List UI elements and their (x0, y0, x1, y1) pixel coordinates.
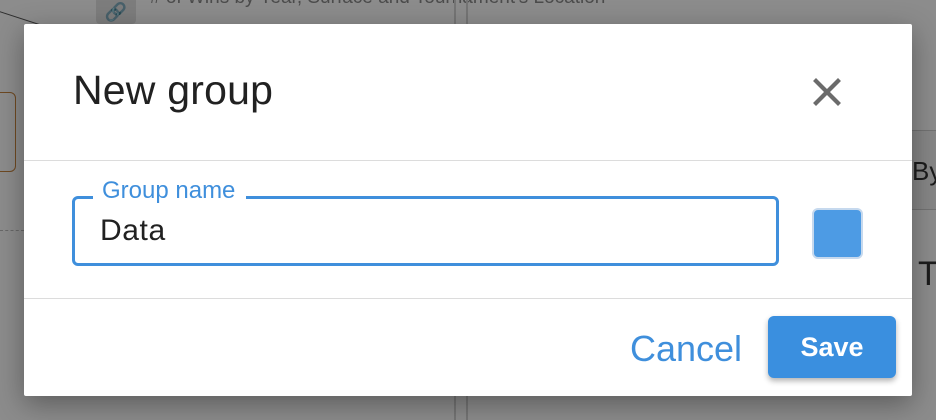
dialog-title: New group (73, 67, 274, 113)
new-group-dialog: New group Group name Cancel Save (24, 24, 912, 396)
group-color-swatch[interactable] (812, 208, 863, 259)
dialog-footer: Cancel Save (24, 299, 912, 396)
group-name-field[interactable]: Group name (72, 173, 779, 266)
close-button[interactable] (807, 72, 847, 112)
dialog-header: New group (24, 24, 912, 161)
save-button[interactable]: Save (768, 316, 896, 378)
group-name-label: Group name (93, 173, 247, 209)
cancel-button[interactable]: Cancel (622, 319, 750, 379)
dialog-body: Group name (24, 161, 912, 299)
group-name-input[interactable] (100, 211, 750, 251)
close-icon (813, 78, 841, 106)
